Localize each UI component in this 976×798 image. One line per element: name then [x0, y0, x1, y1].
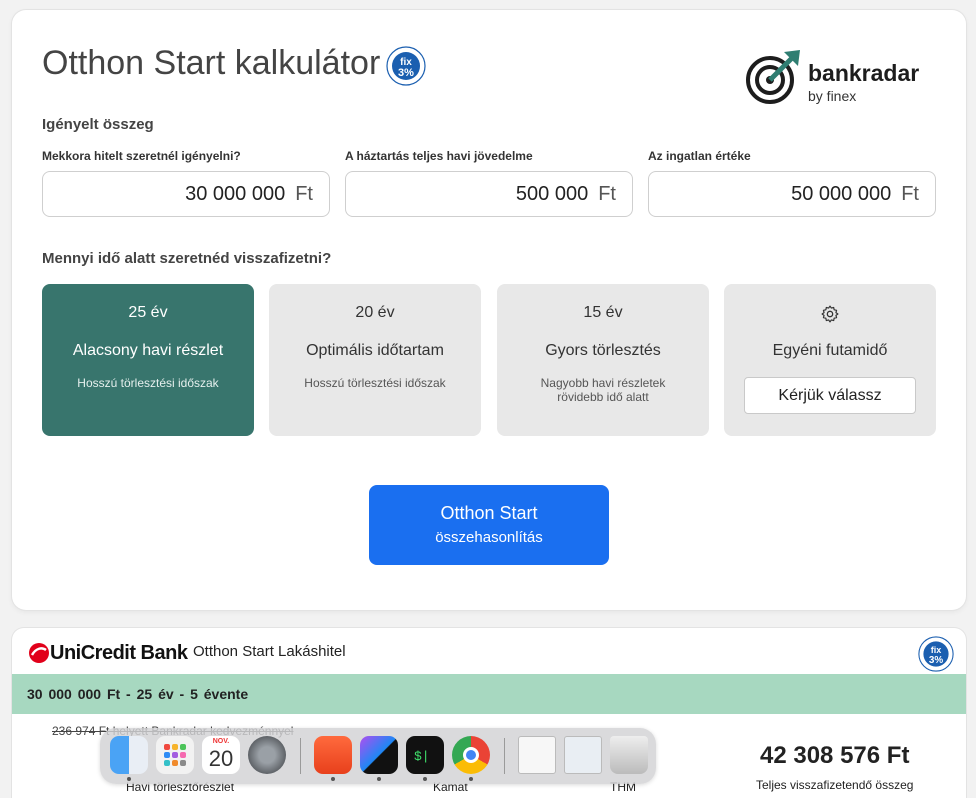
term-option-years: 25 év [128, 304, 168, 321]
launchpad-icon[interactable] [156, 736, 194, 774]
unicredit-logo: UniCredit Bank [28, 641, 188, 664]
document-icon[interactable] [518, 736, 556, 774]
system-settings-icon[interactable] [248, 736, 286, 774]
custom-term-select[interactable]: Kérjük válassz [744, 377, 916, 414]
brand-name: bankradar [808, 60, 920, 86]
running-indicator [423, 777, 427, 781]
term-option-title: Optimális időtartam [306, 342, 444, 359]
running-indicator [469, 777, 473, 781]
total-repayment-label: Teljes visszafizetendő összeg [756, 778, 914, 792]
bank-name: UniCredit Bank [50, 641, 188, 664]
term-option-desc: Hosszú törlesztési időszak [77, 376, 219, 390]
phpstorm-icon[interactable] [360, 736, 398, 774]
compare-button-line2: összehasonlítás [435, 529, 543, 546]
property-value-label: Az ingatlan értéke [648, 149, 751, 163]
term-option-years: 20 év [355, 304, 395, 321]
compare-button-line1: Otthon Start [440, 503, 538, 523]
finder-icon[interactable] [110, 736, 148, 774]
calendar-day: 20 [208, 746, 234, 771]
summary-band: 30 000 000 Ft - 25 év - 5 évente [12, 674, 966, 714]
term-option-desc-line2: rövidebb idő alatt [557, 390, 649, 404]
income-unit: Ft [598, 182, 616, 205]
term-option-25[interactable]: 25 év Alacsony havi részlet Hosszú törle… [42, 284, 254, 436]
terminal-icon[interactable]: $| [406, 736, 444, 774]
loan-amount-unit: Ft [295, 182, 313, 205]
running-indicator [331, 777, 335, 781]
loan-amount-value: 30 000 000 [185, 182, 286, 205]
gear-icon [821, 305, 839, 323]
loan-amount-input[interactable]: 30 000 000 Ft [42, 171, 330, 217]
page-title: Otthon Start kalkulátor [42, 44, 381, 82]
income-label: A háztartás teljes havi jövedelme [345, 149, 533, 163]
property-value-unit: Ft [901, 182, 919, 205]
property-value-input[interactable]: 50 000 000 Ft [648, 171, 936, 217]
income-value: 500 000 [515, 182, 589, 205]
bankradar-logo[interactable]: bankradar by finex [746, 46, 936, 106]
term-option-desc: Nagyobb havi részletek rövidebb idő alat… [497, 376, 709, 404]
fix3-badge-icon: fix 3% [918, 636, 954, 672]
total-repayment: 42 308 576 Ft [760, 742, 910, 769]
unicredit-emblem-icon [29, 643, 49, 663]
brand-subtitle: by finex [808, 88, 857, 104]
product-name: Otthon Start Lakáshitel [193, 643, 346, 660]
term-option-desc-line1: Nagyobb havi részletek [540, 376, 666, 390]
macos-dock: NOV. 20 $| [100, 728, 656, 784]
brave-icon[interactable] [314, 736, 352, 774]
running-indicator [377, 777, 381, 781]
property-value-value: 50 000 000 [791, 182, 892, 205]
svg-text:fix: fix [931, 645, 942, 655]
term-option-15[interactable]: 15 év Gyors törlesztés Nagyobb havi rész… [497, 284, 709, 436]
summary-text: 30 000 000 Ft - 25 év - 5 évente [27, 686, 249, 702]
svg-text:3%: 3% [398, 67, 414, 79]
term-section-title: Mennyi idő alatt szeretnéd visszafizetni… [42, 250, 332, 267]
term-option-title: Gyors törlesztés [545, 342, 661, 359]
term-option-title: Egyéni futamidő [772, 342, 888, 359]
term-option-title: Alacsony havi részlet [72, 342, 224, 359]
term-option-years: 15 év [583, 304, 623, 321]
svg-text:$|: $| [414, 749, 430, 764]
running-indicator [127, 777, 131, 781]
amount-section-title: Igényelt összeg [42, 116, 154, 133]
bankradar-target-icon [746, 50, 800, 104]
preview-icon[interactable] [564, 736, 602, 774]
trash-icon[interactable] [610, 736, 648, 774]
income-input[interactable]: 500 000 Ft [345, 171, 633, 217]
dock-separator [504, 738, 505, 774]
dock-separator [300, 738, 301, 774]
loan-amount-label: Mekkora hitelt szeretnél igényelni? [42, 149, 241, 163]
svg-text:3%: 3% [929, 655, 943, 666]
chrome-icon[interactable] [452, 736, 490, 774]
calendar-month: NOV. [212, 738, 230, 745]
term-option-custom[interactable]: Egyéni futamidő Kérjük válassz [724, 284, 936, 436]
calculator-card: Otthon Start kalkulátor fix 3% bankradar… [12, 10, 966, 610]
term-option-20[interactable]: 20 év Optimális időtartam Hosszú törlesz… [269, 284, 481, 436]
calendar-icon[interactable]: NOV. 20 [202, 736, 240, 774]
compare-button[interactable]: Otthon Start összehasonlítás [369, 485, 609, 565]
term-option-desc: Hosszú törlesztési időszak [304, 376, 446, 390]
fix3-badge-icon: fix 3% [386, 46, 426, 86]
